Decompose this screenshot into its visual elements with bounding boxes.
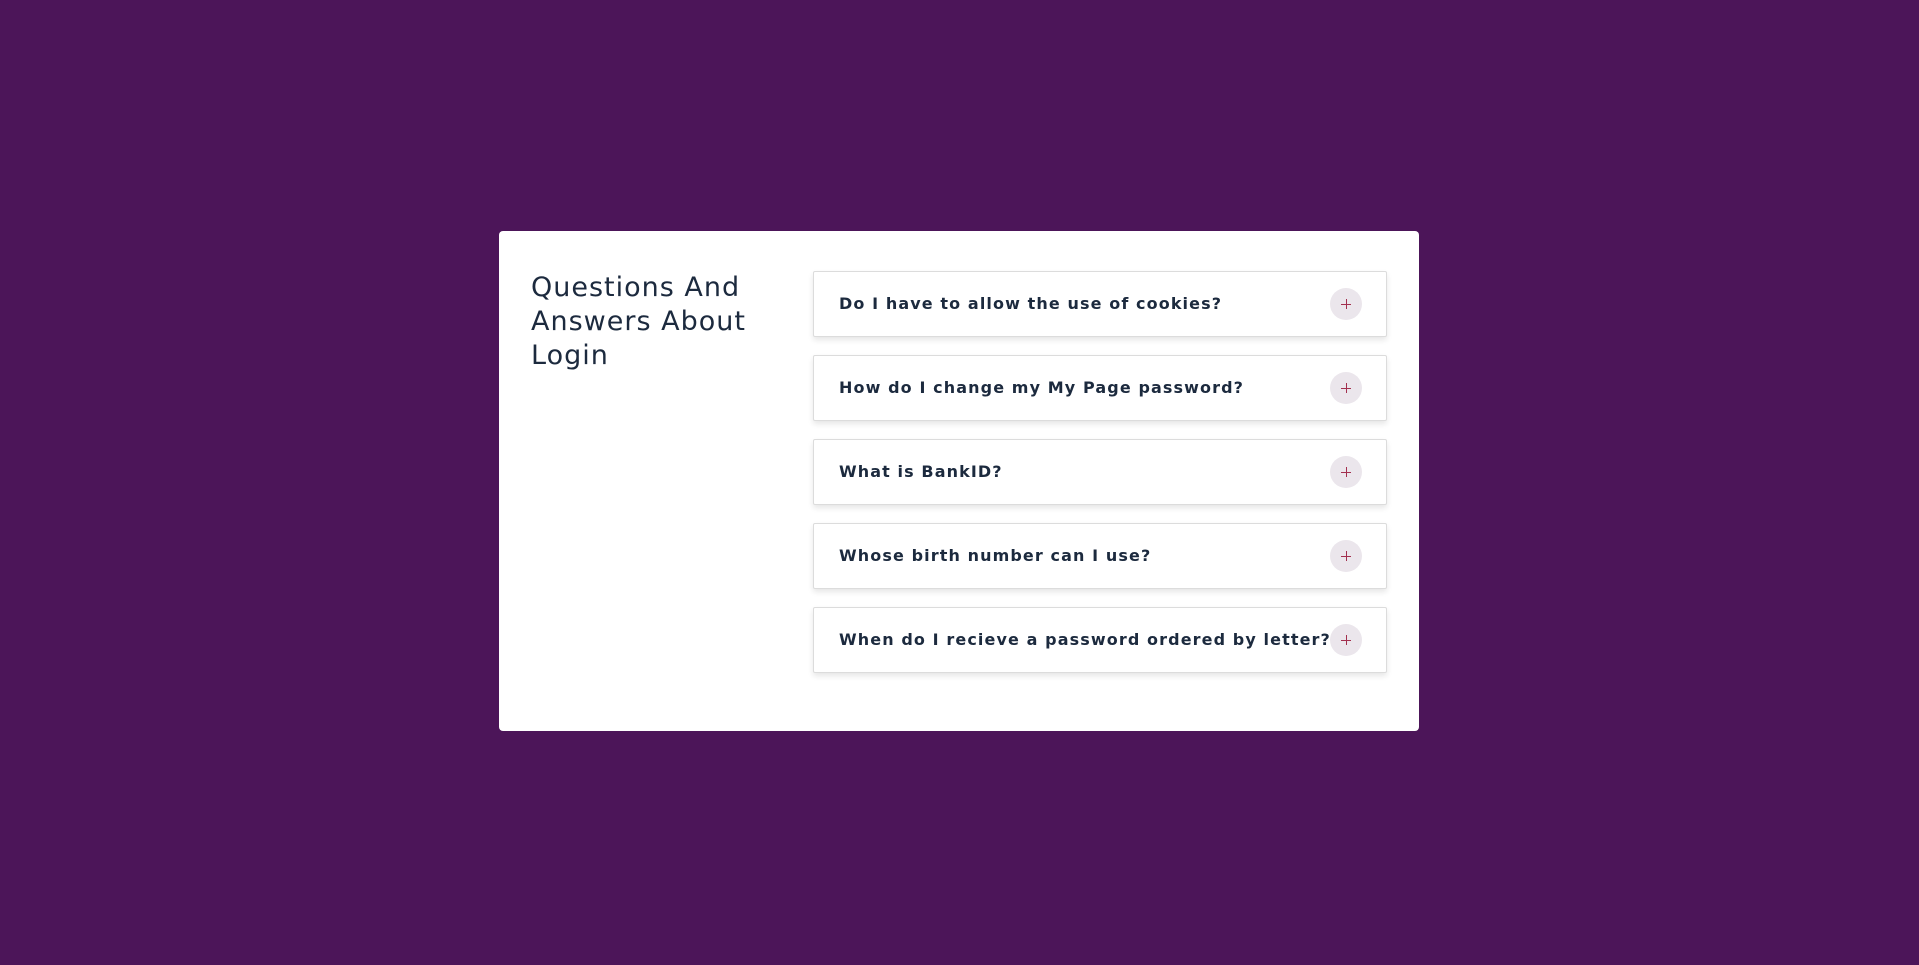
expand-button[interactable]: [1330, 372, 1362, 404]
faq-question: When do I recieve a password ordered by …: [839, 630, 1331, 649]
faq-question: What is BankID?: [839, 462, 1003, 481]
expand-button[interactable]: [1330, 624, 1362, 656]
expand-button[interactable]: [1330, 288, 1362, 320]
faq-question: Whose birth number can I use?: [839, 546, 1152, 565]
plus-icon: [1341, 299, 1351, 309]
faq-item-bankid[interactable]: What is BankID?: [813, 439, 1387, 505]
faq-item-birth-number[interactable]: Whose birth number can I use?: [813, 523, 1387, 589]
faq-item-change-password[interactable]: How do I change my My Page password?: [813, 355, 1387, 421]
page-background: { "faq": { "title": "Questions And Answe…: [0, 0, 1919, 965]
expand-button[interactable]: [1330, 540, 1362, 572]
faq-title: Questions And Answers About Login: [531, 272, 746, 371]
plus-icon: [1341, 635, 1351, 645]
faq-card: Questions And Answers About Login Do I h…: [499, 231, 1419, 731]
faq-item-password-letter[interactable]: When do I recieve a password ordered by …: [813, 607, 1387, 673]
expand-button[interactable]: [1330, 456, 1362, 488]
plus-icon: [1341, 467, 1351, 477]
plus-icon: [1341, 551, 1351, 561]
faq-item-cookies[interactable]: Do I have to allow the use of cookies?: [813, 271, 1387, 337]
plus-icon: [1341, 383, 1351, 393]
faq-question: How do I change my My Page password?: [839, 378, 1245, 397]
faq-question: Do I have to allow the use of cookies?: [839, 294, 1223, 313]
